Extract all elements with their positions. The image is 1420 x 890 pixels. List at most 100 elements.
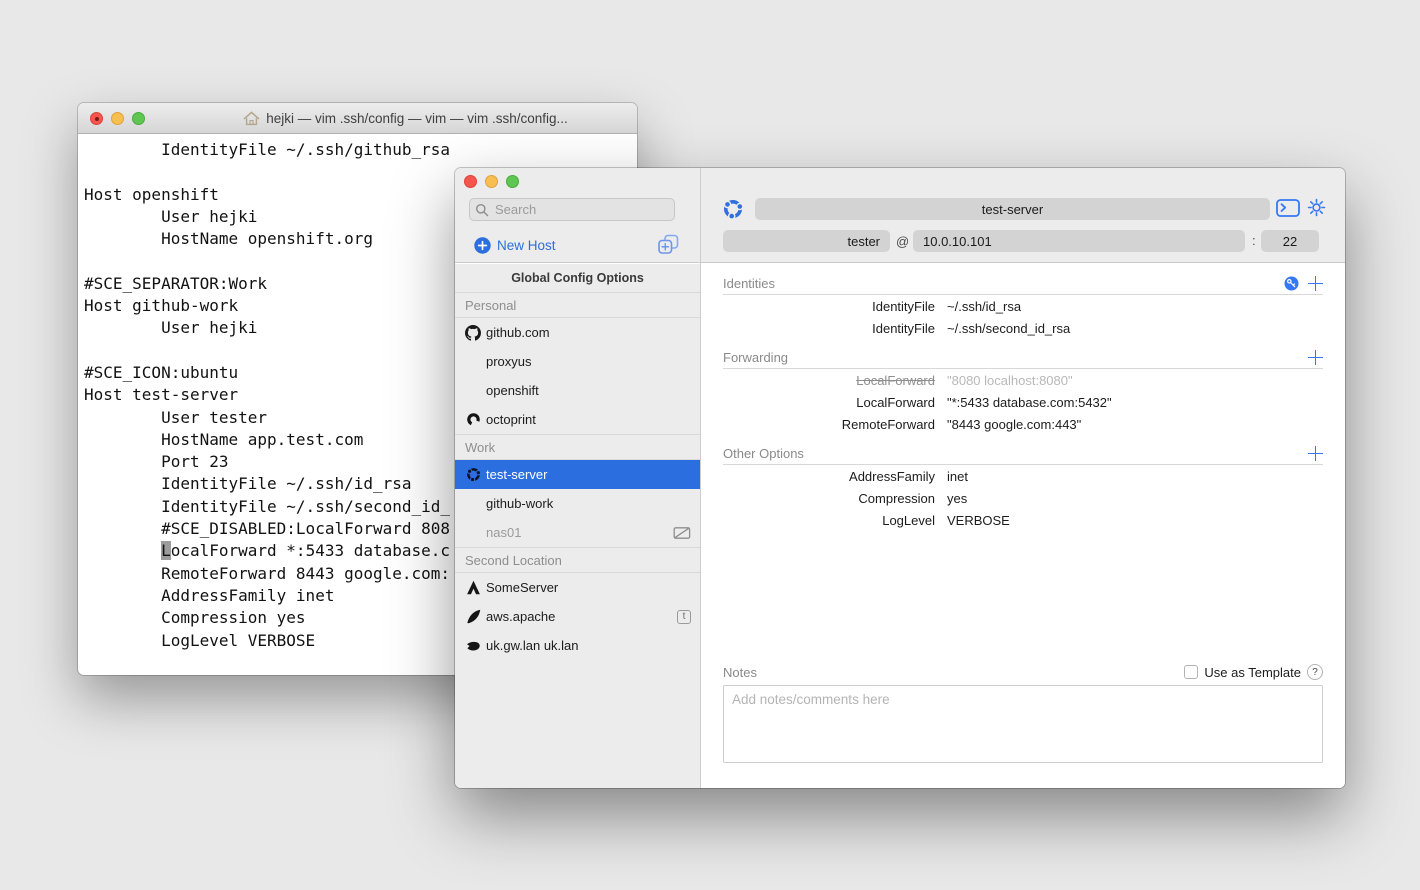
colon-separator: : [1252,233,1256,248]
option-row[interactable]: LogLevel VERBOSE [723,509,1323,531]
close-button[interactable] [464,175,477,188]
sidebar-item-someserver[interactable]: SomeServer [455,573,700,602]
open-terminal-button[interactable] [1276,199,1300,222]
host-settings-button[interactable] [1307,198,1326,222]
gear-icon [1307,198,1326,217]
close-button[interactable] [90,112,103,125]
host-alias-field[interactable] [755,198,1270,220]
sidebar-item-aws-apache[interactable]: aws.apache t [455,602,700,631]
plus-circle-icon [474,237,491,254]
option-value: VERBOSE [947,512,1010,528]
sidebar-section-personal: Personal [455,292,700,318]
sidebar-item-uk-gw-lan[interactable]: uk.gw.lan uk.lan [455,631,700,660]
no-icon [464,525,482,541]
new-host-label: New Host [497,238,556,253]
other-options-section-header: Other Options [723,443,1323,465]
option-row[interactable]: Compression yes [723,487,1323,509]
sidebar-item-label: octoprint [486,412,536,427]
add-group-button[interactable] [657,234,680,260]
option-key: AddressFamily [849,468,935,484]
new-host-button[interactable]: New Host [474,237,556,254]
add-identity-button[interactable] [1308,276,1323,291]
option-row[interactable]: IdentityFile ~/.ssh/second_id_rsa [723,317,1323,339]
sidebar-item-openshift[interactable]: openshift [455,376,700,405]
hostname-field[interactable] [913,230,1245,252]
sidebar-item-github-work[interactable]: github-work [455,489,700,518]
host-detail-pane: Identities IdentityFile ~/.ssh/id_rsa Id… [701,264,1345,788]
disabled-screen-icon [673,526,691,540]
option-row[interactable]: IdentityFile ~/.ssh/id_rsa [723,295,1323,317]
vim-cursor: L [161,541,171,561]
ubuntu-icon [464,467,482,483]
sidebar-item-label: github-work [486,496,554,511]
sidebar-section-second-location: Second Location [455,547,700,573]
pane-divider[interactable] [700,168,701,788]
option-row[interactable]: AddressFamily inet [723,465,1323,487]
section-title: Forwarding [723,350,789,365]
host-list-sidebar: Global Config Options Personal github.co… [455,264,700,788]
no-icon [464,354,482,370]
sidebar-item-nas01[interactable]: nas01 [455,518,700,547]
add-forwarding-button[interactable] [1308,350,1323,365]
add-option-button[interactable] [1308,446,1323,461]
search-field-wrap [469,198,675,221]
sidebar-item-label: test-server [486,467,548,482]
minimize-button[interactable] [485,175,498,188]
option-value: "*:5433 database.com:5432" [947,394,1112,410]
option-key: LogLevel [882,512,935,528]
sidebar-item-test-server[interactable]: test-server [455,460,700,489]
key-badge-icon [1284,276,1299,291]
octoprint-icon [464,412,482,428]
forwarding-section-header: Forwarding [723,347,1323,369]
traffic-lights [90,112,145,125]
option-value: inet [947,468,968,484]
section-title: Identities [723,276,776,291]
zoom-button[interactable] [132,112,145,125]
option-key: LocalForward [856,394,935,410]
vim-line: IdentityFile ~/.ssh/github_rsa [84,140,451,159]
minimize-button[interactable] [111,112,124,125]
vim-window-title: hejki — vim .ssh/config — vim — vim .ssh… [266,110,568,126]
notes-textarea[interactable] [723,685,1323,763]
section-label: Second Location [465,552,562,568]
github-icon [464,324,482,341]
option-row[interactable]: LocalForward "*:5433 database.com:5432" [723,391,1323,413]
feather-icon [464,609,482,625]
sidebar-item-label: openshift [486,383,539,398]
vim-titlebar[interactable]: hejki — vim .ssh/config — vim — vim .ssh… [78,103,637,134]
sidebar-item-octoprint[interactable]: octoprint [455,405,700,434]
section-label: Personal [465,297,517,313]
option-key: IdentityFile [872,298,935,314]
option-value: "8080 localhost:8080" [947,372,1073,388]
port-field[interactable] [1261,230,1319,252]
traffic-lights [464,175,519,188]
whale-icon [464,638,482,654]
search-input[interactable] [469,198,675,221]
use-as-template-checkbox[interactable] [1184,665,1199,679]
sidebar-item-label: SomeServer [486,580,559,595]
option-row-disabled[interactable]: LocalForward "8080 localhost:8080" [723,369,1323,391]
edited-dot-icon [94,116,99,121]
zoom-button[interactable] [506,175,519,188]
search-icon [476,203,489,216]
sidebar-item-label: uk.gw.lan uk.lan [486,638,579,653]
option-row[interactable]: RemoteForward "8443 google.com:443" [723,413,1323,435]
at-separator: @ [896,234,910,249]
global-config-options-button[interactable]: Global Config Options [455,264,700,292]
sidebar-item-proxyus[interactable]: proxyus [455,347,700,376]
add-group-icon [658,234,679,254]
use-as-template-control: Use as Template ? [1184,664,1323,680]
user-field[interactable] [723,230,890,252]
sidebar-item-label: nas01 [486,525,522,540]
option-value: yes [947,490,968,506]
window-title-group: hejki — vim .ssh/config — vim — vim .ssh… [243,111,568,126]
option-key: RemoteForward [841,416,935,432]
sidebar-item-github-com[interactable]: github.com [455,318,700,347]
help-button[interactable]: ? [1307,664,1323,680]
option-key: IdentityFile [872,320,935,336]
no-icon [464,383,482,399]
use-as-template-label: Use as Template [1204,664,1301,680]
template-badge: t [677,609,691,624]
ssh-config-editor-window: New Host [455,168,1345,788]
sidebar-item-label: aws.apache [486,609,556,624]
